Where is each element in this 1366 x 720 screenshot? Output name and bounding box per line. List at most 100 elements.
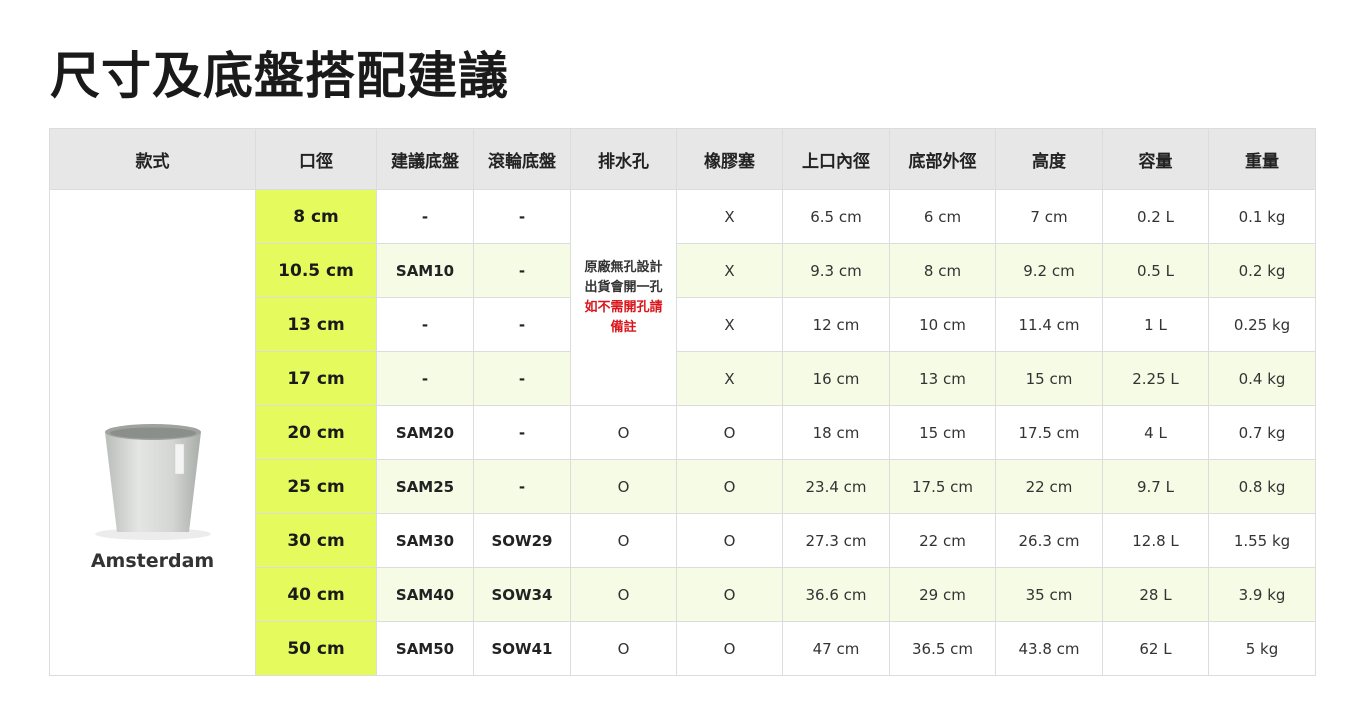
top-diameter-cell: 36.6 cm [782,567,890,622]
header-diameter: 口徑 [255,128,377,190]
stopper-cell: O [676,567,783,622]
bottom-diameter-cell: 22 cm [889,513,996,568]
bottom-diameter-cell: 8 cm [889,243,996,298]
wheel-plate-cell: - [473,459,571,514]
height-cell: 15 cm [995,351,1103,406]
top-diameter-cell: 16 cm [782,351,890,406]
size-cell: 13 cm [255,297,377,352]
size-cell: 50 cm [255,621,377,676]
capacity-cell: 12.8 L [1102,513,1209,568]
height-cell: 22 cm [995,459,1103,514]
height-cell: 26.3 cm [995,513,1103,568]
header-height: 高度 [995,128,1103,190]
header-top-inner-diameter: 上口內徑 [782,128,890,190]
capacity-cell: 0.5 L [1102,243,1209,298]
header-model: 款式 [49,128,256,190]
size-cell: 17 cm [255,351,377,406]
wheel-plate-cell: - [473,405,571,460]
stopper-cell: X [676,189,783,244]
top-diameter-cell: 12 cm [782,297,890,352]
stopper-cell: X [676,243,783,298]
stopper-cell: O [676,459,783,514]
stopper-cell: O [676,621,783,676]
capacity-cell: 1 L [1102,297,1209,352]
capacity-cell: 4 L [1102,405,1209,460]
wheel-plate-cell: - [473,189,571,244]
top-diameter-cell: 9.3 cm [782,243,890,298]
size-plate-table: 款式 口徑 建議底盤 滾輪底盤 排水孔 橡膠塞 上口內徑 底部外徑 高度 容量 … [49,128,1316,676]
size-cell: 10.5 cm [255,243,377,298]
size-cell: 30 cm [255,513,377,568]
drain-cell: O [570,513,677,568]
drain-cell: O [570,567,677,622]
plate-cell: - [376,297,474,352]
drain-note-cell: 原廠無孔設計 出貨會開一孔 如不需開孔請 備註 [570,189,677,406]
wheel-plate-cell: - [473,243,571,298]
table-row: Amsterdam 8 cm - - 原廠無孔設計 出貨會開一孔 如不需開孔請 … [49,189,1316,676]
size-cell: 40 cm [255,567,377,622]
drain-cell: O [570,405,677,460]
height-cell: 17.5 cm [995,405,1103,460]
bottom-diameter-cell: 6 cm [889,189,996,244]
plate-cell: SAM20 [376,405,474,460]
model-name: Amsterdam [90,549,215,572]
header-capacity: 容量 [1102,128,1209,190]
drain-note-line-4: 備註 [610,320,637,335]
height-cell: 11.4 cm [995,297,1103,352]
stopper-cell: O [676,513,783,568]
drain-cell: O [570,459,677,514]
stopper-cell: O [676,405,783,460]
table-header-row: 款式 口徑 建議底盤 滾輪底盤 排水孔 橡膠塞 上口內徑 底部外徑 高度 容量 … [49,128,1316,190]
wheel-plate-cell: SOW34 [473,567,571,622]
page-title: 尺寸及底盤搭配建議 [50,47,509,105]
weight-cell: 0.7 kg [1208,405,1316,460]
size-cell: 8 cm [255,189,377,244]
top-diameter-cell: 47 cm [782,621,890,676]
weight-cell: 1.55 kg [1208,513,1316,568]
plant-pot-image [94,423,211,540]
weight-cell: 3.9 kg [1208,567,1316,622]
height-cell: 9.2 cm [995,243,1103,298]
drain-cell: O [570,621,677,676]
capacity-cell: 0.2 L [1102,189,1209,244]
top-diameter-cell: 27.3 cm [782,513,890,568]
plate-cell: SAM50 [376,621,474,676]
stopper-cell: X [676,297,783,352]
header-bottom-outer-diameter: 底部外徑 [889,128,996,190]
plate-cell: SAM25 [376,459,474,514]
plate-cell: - [376,351,474,406]
wheel-plate-cell: SOW29 [473,513,571,568]
height-cell: 43.8 cm [995,621,1103,676]
weight-cell: 0.2 kg [1208,243,1316,298]
capacity-cell: 2.25 L [1102,351,1209,406]
size-cell: 25 cm [255,459,377,514]
model-cell: Amsterdam [49,189,256,676]
wheel-plate-cell: - [473,351,571,406]
drain-note-line-3: 如不需開孔請 [584,300,663,315]
capacity-cell: 62 L [1102,621,1209,676]
bottom-diameter-cell: 15 cm [889,405,996,460]
header-wheel-plate: 滾輪底盤 [473,128,571,190]
weight-cell: 0.1 kg [1208,189,1316,244]
bottom-diameter-cell: 17.5 cm [889,459,996,514]
bottom-diameter-cell: 10 cm [889,297,996,352]
weight-cell: 5 kg [1208,621,1316,676]
bottom-diameter-cell: 36.5 cm [889,621,996,676]
wheel-plate-cell: - [473,297,571,352]
header-rubber-stopper: 橡膠塞 [676,128,783,190]
height-cell: 7 cm [995,189,1103,244]
size-cell: 20 cm [255,405,377,460]
stopper-cell: X [676,351,783,406]
wheel-plate-cell: SOW41 [473,621,571,676]
bottom-diameter-cell: 13 cm [889,351,996,406]
top-diameter-cell: 6.5 cm [782,189,890,244]
height-cell: 35 cm [995,567,1103,622]
weight-cell: 0.8 kg [1208,459,1316,514]
capacity-cell: 28 L [1102,567,1209,622]
plate-cell: SAM30 [376,513,474,568]
plate-cell: - [376,189,474,244]
header-recommended-plate: 建議底盤 [376,128,474,190]
plate-cell: SAM10 [376,243,474,298]
drain-note-line-1: 原廠無孔設計 [584,260,663,275]
bottom-diameter-cell: 29 cm [889,567,996,622]
